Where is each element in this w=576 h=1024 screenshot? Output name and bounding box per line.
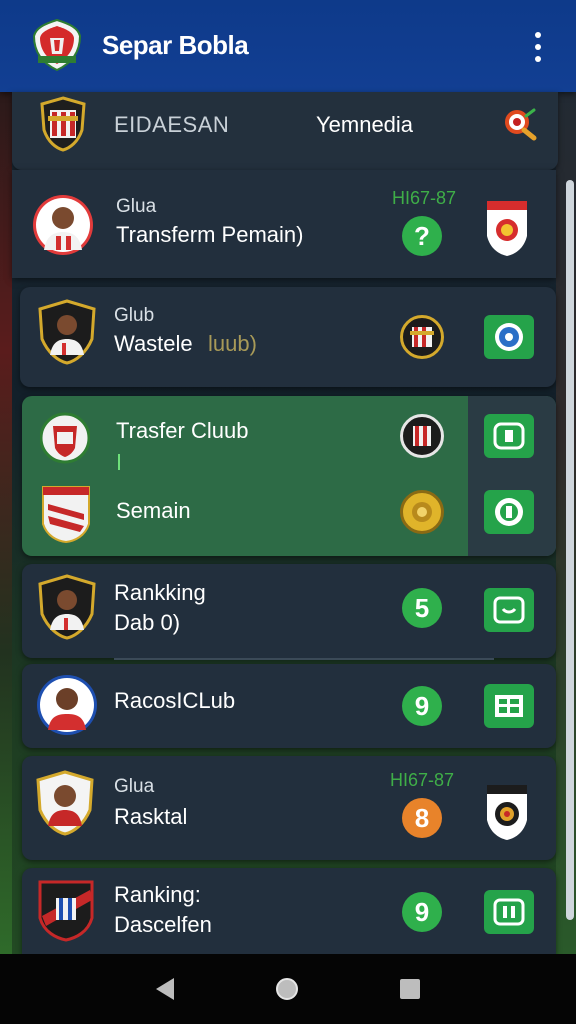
row-code: HI67-87 [390, 770, 455, 790]
row-subtitle: Glub [114, 305, 155, 326]
rank-badge: 9 [402, 892, 442, 932]
row-code: HI67-87 [392, 188, 457, 208]
row-title: Trasfer Cluub [116, 418, 249, 443]
list-item[interactable]: Glua Transferm Pemain) HI67-87 ? [12, 170, 556, 278]
row-title-secondary: Dab 0) [114, 610, 181, 635]
club-action-button[interactable] [484, 315, 534, 359]
list-item-selected[interactable]: Trasfer Cluub Semain [22, 396, 556, 556]
search-icon[interactable] [502, 106, 538, 142]
app-title: Separ Bobla [102, 30, 249, 60]
row-title: Transferm Pemain) [116, 222, 304, 247]
tab-yemnedia[interactable]: Yemnedia [316, 112, 413, 138]
club-shield-icon [487, 785, 527, 840]
scrollbar[interactable] [566, 180, 574, 920]
table-view-button[interactable] [484, 684, 534, 728]
player-avatar [36, 770, 94, 836]
app-bar: Separ Bobla [0, 0, 576, 92]
rank-badge: 5 [402, 588, 442, 628]
player-avatar [38, 299, 96, 365]
back-icon[interactable] [156, 978, 174, 1000]
recent-apps-icon[interactable] [400, 979, 420, 999]
player-avatar [37, 675, 97, 735]
row-title-extra: luub) [208, 331, 257, 356]
divider [114, 658, 494, 660]
overflow-menu-icon[interactable] [528, 32, 548, 62]
list-item[interactable]: Rankking Dab 0) 5 [22, 564, 556, 658]
club-badge-icon [400, 414, 444, 458]
club-badge-icon [400, 315, 444, 359]
list-item[interactable]: Glua Rasktal HI67-87 8 [22, 756, 556, 860]
player-avatar [38, 574, 96, 640]
row-title-secondary: Semain [116, 498, 191, 523]
header-bar: EIDAESAN Yemnedia [12, 92, 558, 170]
row-title: Ranking: [114, 882, 201, 907]
row-subtitle: Glua [116, 196, 157, 217]
club-shield-icon [487, 201, 527, 256]
club-crest-icon [40, 412, 90, 464]
tab-eidaesan[interactable]: EIDAESAN [114, 112, 229, 138]
row-title: RacosICLub [114, 688, 236, 713]
status-badge: ? [402, 216, 442, 256]
club-badge-icon [400, 490, 444, 534]
row-title: Rankking [114, 580, 206, 605]
row-title: Rasktal [114, 804, 188, 829]
stadium-edge-left [0, 92, 12, 954]
chat-button[interactable] [484, 588, 534, 632]
row-title-secondary: Dascelfen [114, 912, 212, 937]
list-item[interactable]: Ranking: Dascelfen 9 [22, 868, 556, 954]
club-action-button[interactable] [484, 414, 534, 458]
club-action-button[interactable] [484, 890, 534, 934]
row-subtitle: Glua [114, 776, 155, 797]
player-avatar [33, 195, 93, 255]
club-shield-icon [42, 486, 90, 544]
row-title: Wastele [114, 331, 193, 356]
rank-badge: 9 [402, 686, 442, 726]
list-item[interactable]: Glub Wastele luub) [20, 287, 556, 387]
list-item[interactable]: RacosICLub 9 [22, 658, 556, 748]
club-crest-icon [38, 880, 94, 942]
home-icon[interactable] [276, 978, 298, 1000]
rank-badge: 8 [402, 798, 442, 838]
club-action-button[interactable] [484, 490, 534, 534]
app-logo-icon [32, 18, 82, 72]
club-crest-icon [40, 96, 86, 152]
text-cursor [118, 454, 120, 470]
